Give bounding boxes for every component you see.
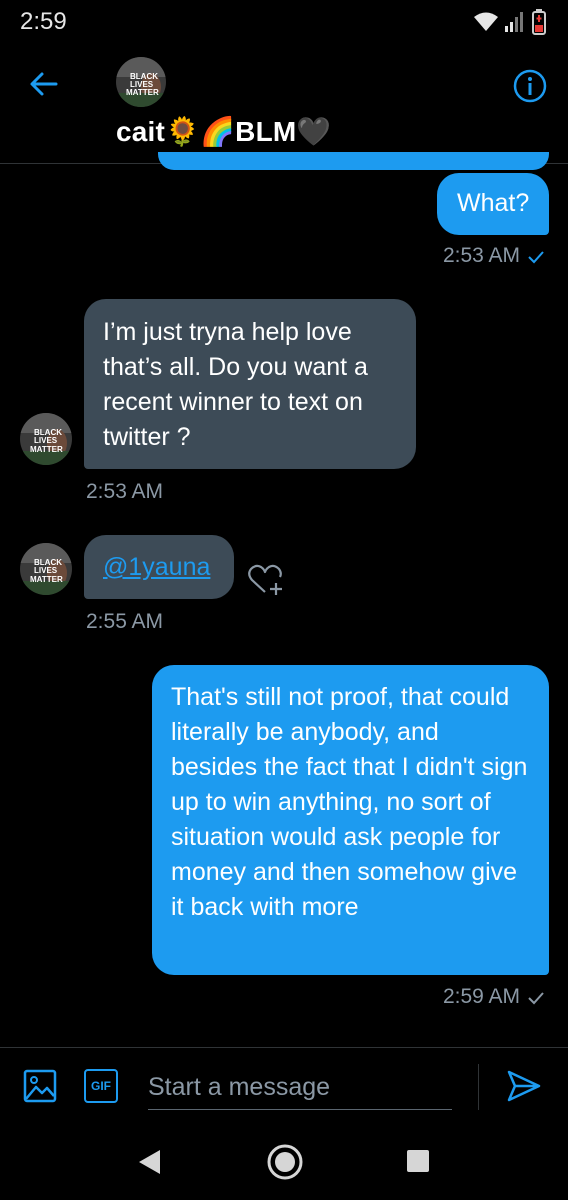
message-timestamp: 2:55 AM [86, 610, 164, 633]
message-text: What? [457, 189, 530, 217]
svg-text:LIVES: LIVES [34, 436, 58, 445]
nav-recents-icon[interactable] [406, 1149, 430, 1173]
gif-label: GIF [91, 1079, 111, 1093]
contact-avatar[interactable]: BLACK LIVES MATTER [116, 57, 166, 107]
gif-button[interactable]: GIF [84, 1069, 118, 1103]
like-heart-icon[interactable] [248, 563, 286, 599]
svg-text:LIVES: LIVES [34, 566, 58, 575]
battery-icon [532, 9, 546, 35]
contact-name[interactable]: cait🌻🌈BLM🖤 [116, 115, 332, 148]
status-time: 2:59 [20, 8, 67, 35]
nav-back-icon[interactable] [136, 1148, 162, 1176]
message-text: I’m just tryna help love that’s all. Do … [103, 318, 368, 451]
message-timestamp: 2:59 AM [443, 985, 544, 1009]
outgoing-message-bubble[interactable]: That's still not proof, that could liter… [152, 665, 549, 975]
sent-check-icon [528, 251, 544, 264]
sender-avatar[interactable]: BLACK LIVES MATTER [20, 413, 72, 465]
composer-divider [0, 1047, 568, 1048]
image-icon[interactable] [23, 1069, 57, 1103]
send-icon[interactable] [506, 1069, 542, 1103]
sent-check-icon [528, 992, 544, 1005]
outgoing-message-bubble[interactable]: What? [437, 173, 549, 235]
svg-text:MATTER: MATTER [30, 445, 63, 454]
timestamp-text: 2:59 AM [442, 985, 520, 1008]
message-timestamp: 2:53 AM [443, 244, 544, 268]
message-timestamp: 2:53 AM [86, 480, 164, 503]
message-text: That's still not proof, that could liter… [171, 683, 528, 921]
mention-link[interactable]: @1yauna [84, 535, 234, 585]
nav-home-icon[interactable] [266, 1143, 304, 1181]
info-icon[interactable] [512, 68, 548, 104]
svg-text:MATTER: MATTER [126, 88, 159, 97]
wifi-icon [474, 12, 498, 31]
sender-avatar[interactable]: BLACK LIVES MATTER [20, 543, 72, 595]
send-separator [478, 1064, 479, 1110]
message-input[interactable] [148, 1065, 452, 1110]
back-arrow-icon[interactable] [28, 68, 60, 100]
previous-message-bubble [158, 152, 549, 170]
signal-icon [505, 12, 523, 32]
timestamp-text: 2:53 AM [442, 244, 520, 267]
svg-text:MATTER: MATTER [30, 575, 63, 584]
incoming-message-bubble[interactable]: @1yauna [84, 535, 234, 599]
incoming-message-bubble[interactable]: I’m just tryna help love that’s all. Do … [84, 299, 416, 469]
status-icons [474, 8, 546, 36]
